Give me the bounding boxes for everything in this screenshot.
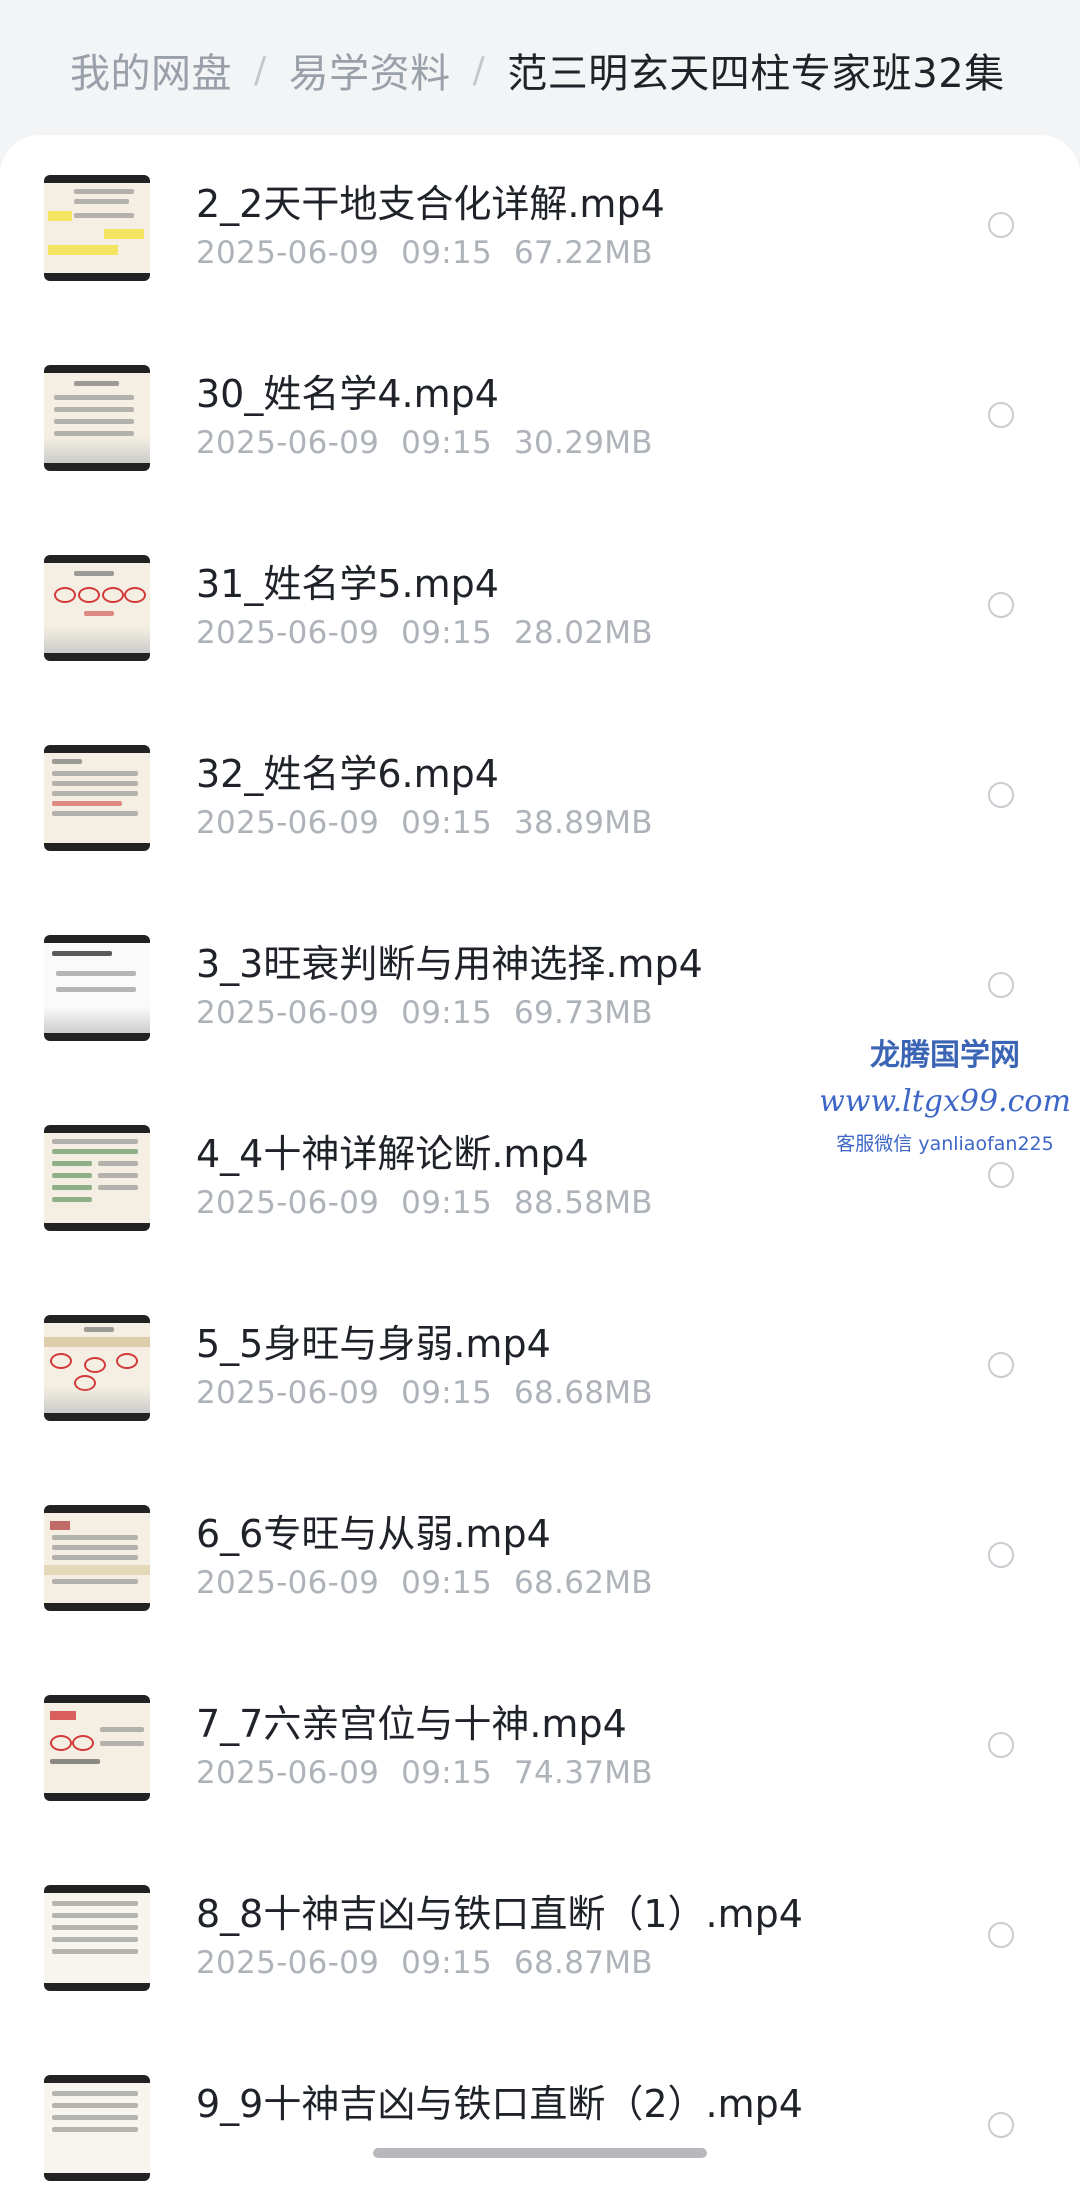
file-name: 5_5身旺与身弱.mp4 xyxy=(196,1322,551,1366)
file-size: 38.89MB xyxy=(514,805,653,841)
file-size: 28.02MB xyxy=(514,615,653,651)
select-radio[interactable] xyxy=(988,1542,1014,1568)
file-name: 31_姓名学5.mp4 xyxy=(196,562,499,606)
file-name: 7_7六亲宫位与十神.mp4 xyxy=(196,1702,627,1746)
select-radio[interactable] xyxy=(988,782,1014,808)
file-size: 88.58MB xyxy=(514,1185,653,1221)
file-date: 2025-06-09 xyxy=(196,235,380,271)
breadcrumb-separator: / xyxy=(472,49,486,91)
file-size: 67.22MB xyxy=(514,235,653,271)
watermark-name: 龙腾国学网 xyxy=(870,1038,1020,1073)
file-meta: 2025-06-09 09:15 30.29MB xyxy=(196,425,675,461)
file-time: 09:15 xyxy=(401,1185,493,1221)
file-row[interactable]: 30_姓名学4.mp4 2025-06-09 09:15 30.29MB xyxy=(0,325,1080,515)
file-date: 2025-06-09 xyxy=(196,805,380,841)
file-row[interactable]: 7_7六亲宫位与十神.mp4 2025-06-09 09:15 74.37MB xyxy=(0,1655,1080,1845)
file-date: 2025-06-09 xyxy=(196,1185,380,1221)
file-name: 30_姓名学4.mp4 xyxy=(196,372,499,416)
file-row[interactable]: 32_姓名学6.mp4 2025-06-09 09:15 38.89MB xyxy=(0,705,1080,895)
file-meta: 2025-06-09 09:15 74.37MB xyxy=(196,1755,675,1791)
file-time: 09:15 xyxy=(401,995,493,1031)
file-name: 4_4十神详解论断.mp4 xyxy=(196,1132,589,1176)
video-thumbnail xyxy=(44,935,150,1041)
video-thumbnail xyxy=(44,175,150,281)
video-thumbnail xyxy=(44,555,150,661)
file-date: 2025-06-09 xyxy=(196,1755,380,1791)
breadcrumb-separator: / xyxy=(254,49,267,91)
file-size: 68.68MB xyxy=(514,1375,653,1411)
file-meta: 2025-06-09 09:15 67.22MB xyxy=(196,235,675,271)
watermark-url: www.ltgx99.com xyxy=(819,1084,1071,1119)
select-radio[interactable] xyxy=(988,592,1014,618)
file-date: 2025-06-09 xyxy=(196,995,380,1031)
video-thumbnail xyxy=(44,1885,150,1991)
file-name: 2_2天干地支合化详解.mp4 xyxy=(196,182,665,226)
file-time: 09:15 xyxy=(401,1565,493,1601)
file-row[interactable]: 9_9十神吉凶与铁口直断（2）.mp4 xyxy=(0,2035,1080,2190)
file-row[interactable]: 2_2天干地支合化详解.mp4 2025-06-09 09:15 67.22MB xyxy=(0,135,1080,325)
watermark-wechat: 客服微信 yanliaofan225 xyxy=(836,1133,1054,1155)
file-date: 2025-06-09 xyxy=(196,1945,380,1981)
file-list: 2_2天干地支合化详解.mp4 2025-06-09 09:15 67.22MB 3… xyxy=(0,135,1080,2190)
file-row[interactable]: 31_姓名学5.mp4 2025-06-09 09:15 28.02MB xyxy=(0,515,1080,705)
video-thumbnail xyxy=(44,1505,150,1611)
select-radio[interactable] xyxy=(988,402,1014,428)
file-meta: 2025-06-09 09:15 68.68MB xyxy=(196,1375,675,1411)
file-meta: 2025-06-09 09:15 68.87MB xyxy=(196,1945,675,1981)
home-indicator[interactable] xyxy=(373,2148,707,2158)
file-size: 30.29MB xyxy=(514,425,653,461)
file-time: 09:15 xyxy=(401,1375,493,1411)
select-radio[interactable] xyxy=(988,1162,1014,1188)
file-size: 74.37MB xyxy=(514,1755,653,1791)
select-radio[interactable] xyxy=(988,1732,1014,1758)
file-name: 9_9十神吉凶与铁口直断（2）.mp4 xyxy=(196,2082,803,2126)
breadcrumb-root[interactable]: 我的网盘 xyxy=(70,41,232,99)
file-meta: 2025-06-09 09:15 88.58MB xyxy=(196,1185,675,1221)
file-row[interactable]: 5_5身旺与身弱.mp4 2025-06-09 09:15 68.68MB xyxy=(0,1275,1080,1465)
file-meta: 2025-06-09 09:15 68.62MB xyxy=(196,1565,675,1601)
file-time: 09:15 xyxy=(401,235,493,271)
file-size: 69.73MB xyxy=(514,995,653,1031)
file-row[interactable]: 6_6专旺与从弱.mp4 2025-06-09 09:15 68.62MB xyxy=(0,1465,1080,1655)
file-date: 2025-06-09 xyxy=(196,1375,380,1411)
video-thumbnail xyxy=(44,365,150,471)
file-meta: 2025-06-09 09:15 28.02MB xyxy=(196,615,675,651)
select-radio[interactable] xyxy=(988,2112,1014,2138)
breadcrumb-folder[interactable]: 易学资料 xyxy=(289,41,451,99)
video-thumbnail xyxy=(44,745,150,851)
file-meta: 2025-06-09 09:15 38.89MB xyxy=(196,805,675,841)
file-name: 3_3旺衰判断与用神选择.mp4 xyxy=(196,942,703,986)
breadcrumb-current: 范三明玄天四柱专家班32集 xyxy=(507,51,1005,97)
file-time: 09:15 xyxy=(401,615,493,651)
file-name: 8_8十神吉凶与铁口直断（1）.mp4 xyxy=(196,1892,803,1936)
file-time: 09:15 xyxy=(401,425,493,461)
breadcrumb: 我的网盘 / 易学资料 / 范三明玄天四柱专家班32集 xyxy=(70,40,1005,100)
select-radio[interactable] xyxy=(988,1922,1014,1948)
file-meta: 2025-06-09 09:15 69.73MB xyxy=(196,995,675,1031)
watermark: 龙腾国学网 www.ltgx99.com 客服微信 yanliaofan225 xyxy=(810,1030,1080,1156)
file-date: 2025-06-09 xyxy=(196,615,380,651)
file-time: 09:15 xyxy=(401,1945,493,1981)
file-size: 68.62MB xyxy=(514,1565,653,1601)
video-thumbnail xyxy=(44,2075,150,2181)
file-time: 09:15 xyxy=(401,805,493,841)
video-thumbnail xyxy=(44,1695,150,1801)
select-radio[interactable] xyxy=(988,1352,1014,1378)
video-thumbnail xyxy=(44,1125,150,1231)
file-name: 6_6专旺与从弱.mp4 xyxy=(196,1512,551,1556)
file-date: 2025-06-09 xyxy=(196,1565,380,1601)
select-radio[interactable] xyxy=(988,212,1014,238)
file-time: 09:15 xyxy=(401,1755,493,1791)
select-radio[interactable] xyxy=(988,972,1014,998)
file-size: 68.87MB xyxy=(514,1945,653,1981)
file-row[interactable]: 8_8十神吉凶与铁口直断（1）.mp4 2025-06-09 09:15 68.87… xyxy=(0,1845,1080,2035)
video-thumbnail xyxy=(44,1315,150,1421)
file-date: 2025-06-09 xyxy=(196,425,380,461)
file-name: 32_姓名学6.mp4 xyxy=(196,752,499,796)
